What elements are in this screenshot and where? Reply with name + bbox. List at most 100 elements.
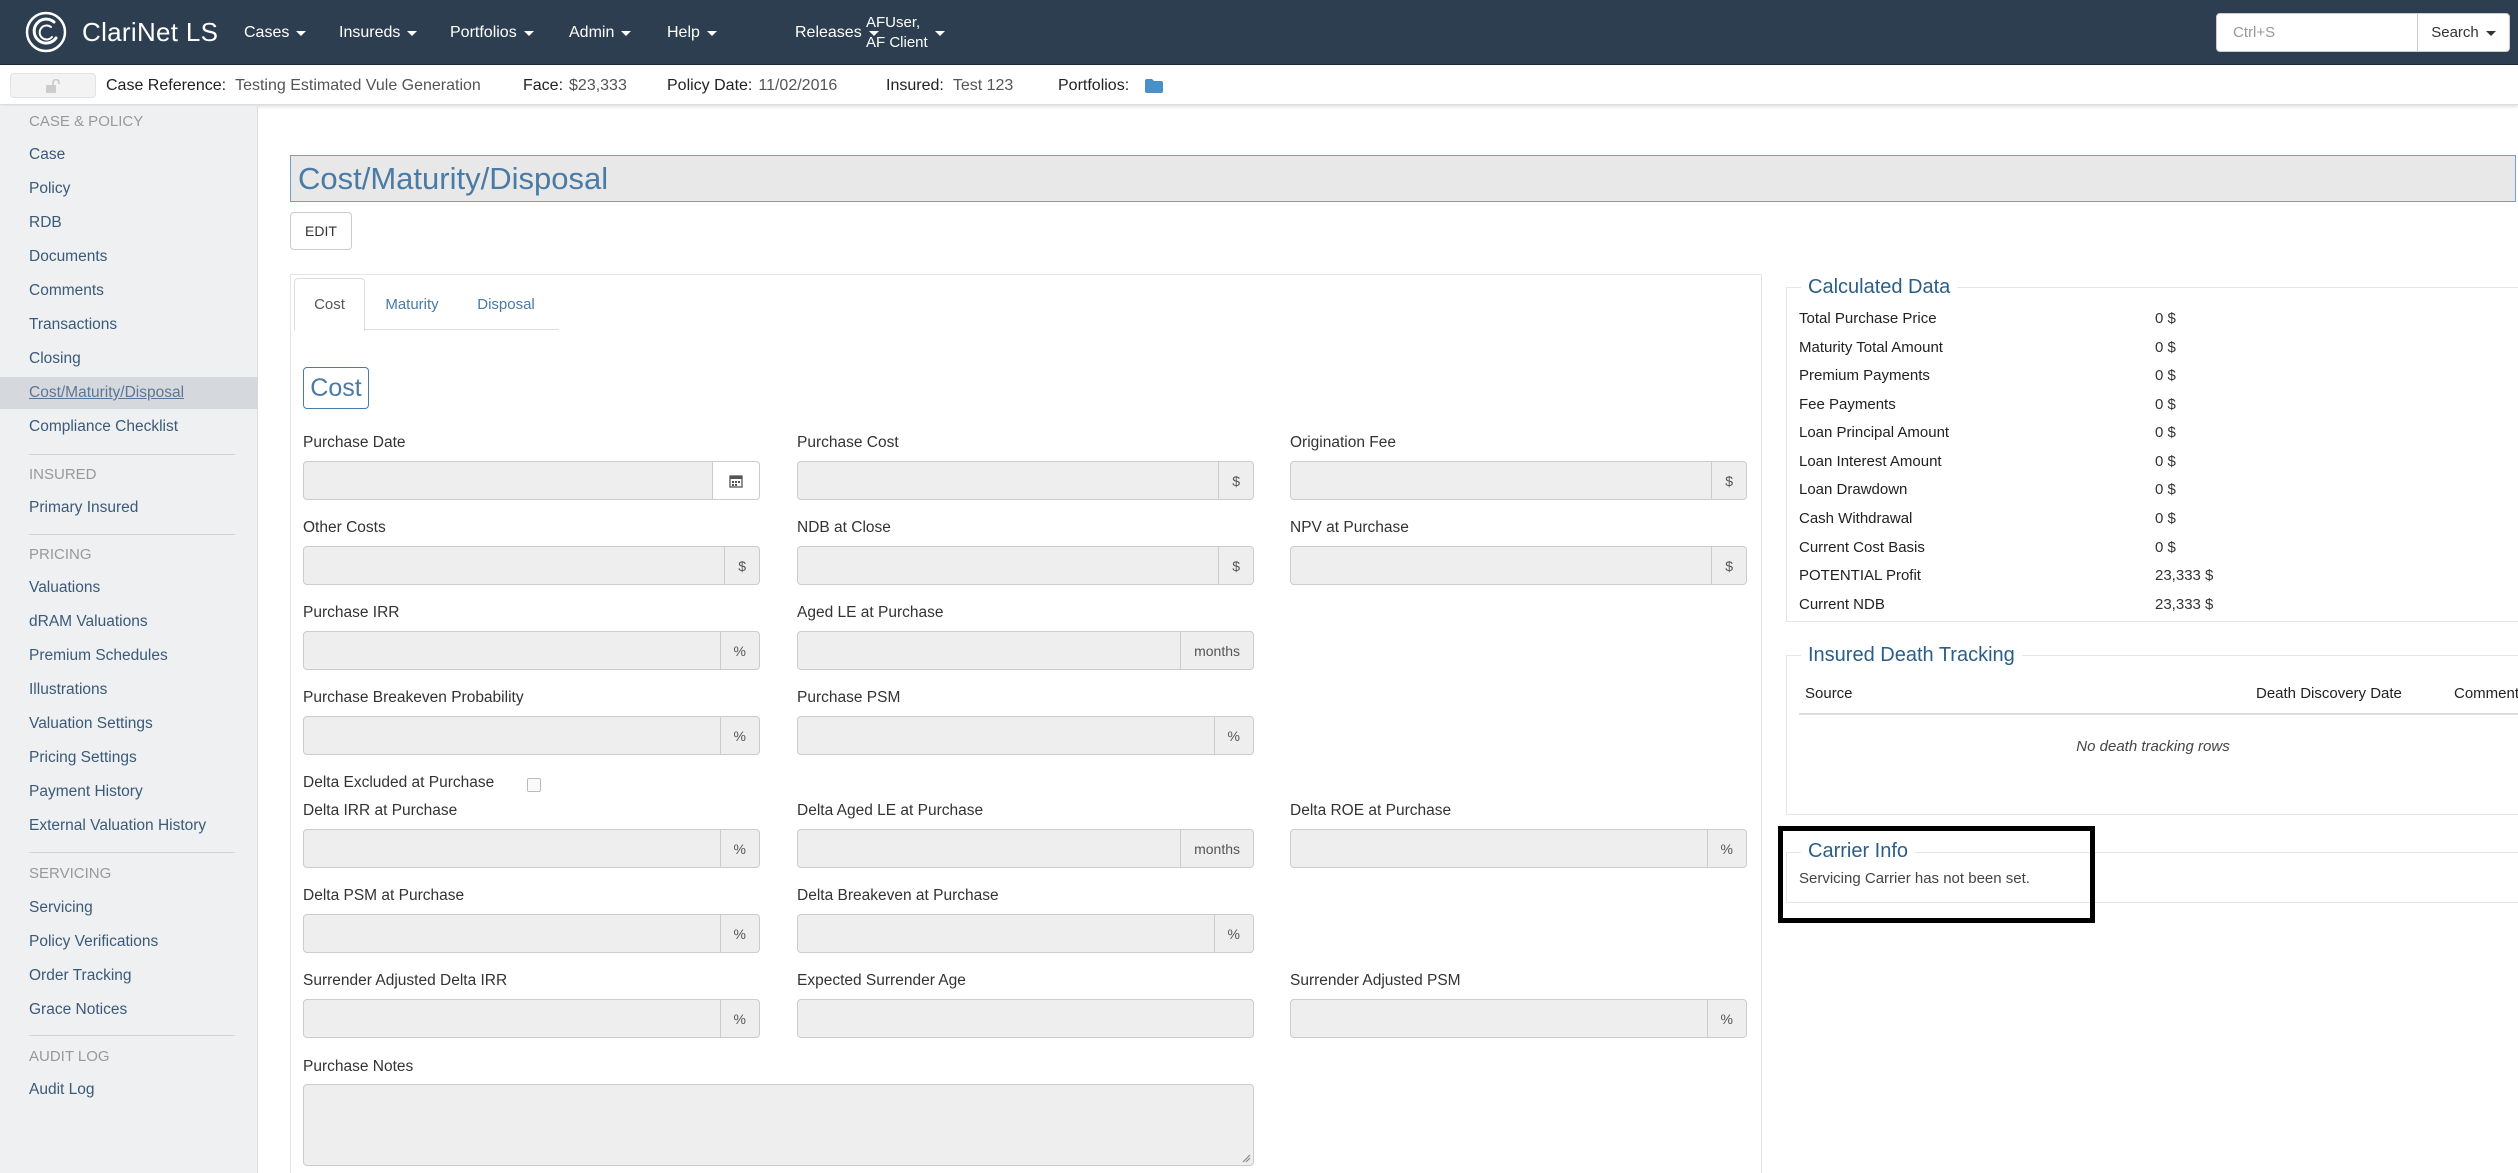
origination-fee-input[interactable] bbox=[1290, 461, 1713, 500]
nav-menu-cases[interactable]: Cases bbox=[244, 0, 307, 65]
calc-label: POTENTIAL Profit bbox=[1799, 566, 1921, 584]
search-input[interactable] bbox=[2216, 13, 2418, 52]
user-client: AF Client bbox=[866, 33, 928, 51]
sidebar-item-valuations[interactable]: Valuations bbox=[0, 572, 258, 604]
purchase-irr-label: Purchase IRR bbox=[303, 604, 400, 621]
other-costs-input[interactable] bbox=[303, 546, 726, 585]
sidebar-item-primary-insured[interactable]: Primary Insured bbox=[0, 492, 258, 524]
sidebar-item-audit-log[interactable]: Audit Log bbox=[0, 1074, 258, 1106]
policy-date-label: Policy Date: bbox=[667, 76, 753, 94]
dollar-addon: $ bbox=[725, 546, 760, 585]
nav-menu-insureds[interactable]: Insureds bbox=[339, 0, 418, 65]
expected-surrender-age-input[interactable] bbox=[797, 999, 1254, 1038]
calculated-data-title: Calculated Data bbox=[1801, 276, 1958, 299]
calc-value: 0 $ bbox=[2155, 366, 2176, 384]
calendar-icon[interactable] bbox=[713, 461, 760, 500]
dollar-addon: $ bbox=[1712, 461, 1747, 500]
case-reference-value: Testing Estimated Vule Generation bbox=[235, 76, 481, 94]
delta-irr-at-purchase-input[interactable] bbox=[303, 829, 721, 868]
brand-name: ClariNet LS bbox=[82, 16, 219, 47]
delta-breakeven-at-purchase-input[interactable] bbox=[797, 914, 1215, 953]
tab-disposal[interactable]: Disposal bbox=[456, 278, 556, 330]
top-navbar: ClariNet LS Cases Insureds Portfolios Ad… bbox=[0, 0, 2518, 65]
surrender-adjusted-delta-irr-label: Surrender Adjusted Delta IRR bbox=[303, 972, 508, 989]
sidebar-item-order-tracking[interactable]: Order Tracking bbox=[0, 960, 258, 992]
sidebar-item-policy-verifications[interactable]: Policy Verifications bbox=[0, 926, 258, 958]
sidebar-item-pricing-settings[interactable]: Pricing Settings bbox=[0, 742, 258, 774]
insured-label: Insured: bbox=[886, 76, 944, 94]
tab-maturity[interactable]: Maturity bbox=[368, 278, 456, 330]
npv-at-purchase-input[interactable] bbox=[1290, 546, 1713, 585]
nav-menu-portfolios[interactable]: Portfolios bbox=[450, 0, 534, 65]
portfolios-label: Portfolios: bbox=[1058, 76, 1130, 94]
purchase-notes-textarea[interactable] bbox=[303, 1084, 1254, 1166]
surrender-adjusted-psm-input[interactable] bbox=[1290, 999, 1708, 1038]
death-tracking-panel: Insured Death Tracking Source Death Disc… bbox=[1786, 644, 2518, 815]
sidebar-item-closing[interactable]: Closing bbox=[0, 343, 258, 375]
brand[interactable]: ClariNet LS bbox=[24, 10, 218, 54]
ndb-at-close-label: NDB at Close bbox=[797, 519, 891, 536]
sidebar-item-illustrations[interactable]: Illustrations bbox=[0, 674, 258, 706]
sidebar-divider bbox=[29, 454, 235, 455]
surrender-adjusted-psm-field: % bbox=[1290, 999, 1747, 1038]
sidebar-item-dram-valuations[interactable]: dRAM Valuations bbox=[0, 606, 258, 638]
sidebar-item-valuation-settings[interactable]: Valuation Settings bbox=[0, 708, 258, 740]
sidebar-item-grace-notices[interactable]: Grace Notices bbox=[0, 994, 258, 1026]
delta-excluded-checkbox[interactable] bbox=[527, 778, 541, 792]
sidebar-item-comments[interactable]: Comments bbox=[0, 275, 258, 307]
sidebar-item-rdb[interactable]: RDB bbox=[0, 207, 258, 239]
surrender-adjusted-delta-irr-input[interactable] bbox=[303, 999, 721, 1038]
sidebar-item-case[interactable]: Case bbox=[0, 139, 258, 171]
nav-menu-admin[interactable]: Admin bbox=[569, 0, 632, 65]
sidebar-item-premium-schedules[interactable]: Premium Schedules bbox=[0, 640, 258, 672]
sidebar-item-compliance-checklist[interactable]: Compliance Checklist bbox=[0, 411, 258, 443]
calc-value: 0 $ bbox=[2155, 338, 2176, 356]
delta-irr-at-purchase-label: Delta IRR at Purchase bbox=[303, 802, 458, 819]
delta-psm-at-purchase-label: Delta PSM at Purchase bbox=[303, 887, 465, 904]
user-menu[interactable]: AFUser, AF Client bbox=[866, 0, 945, 65]
delta-aged-le-at-purchase-input[interactable] bbox=[797, 829, 1182, 868]
sidebar-item-payment-history[interactable]: Payment History bbox=[0, 776, 258, 808]
nav-menu-help[interactable]: Help bbox=[667, 0, 717, 65]
other-costs-field: $ bbox=[303, 546, 760, 585]
delta-roe-at-purchase-field: % bbox=[1290, 829, 1747, 868]
purchase-irr-field: % bbox=[303, 631, 760, 670]
purchase-date-field bbox=[303, 461, 760, 500]
sidebar-header-insured: INSURED bbox=[29, 466, 97, 483]
delta-roe-at-purchase-input[interactable] bbox=[1290, 829, 1708, 868]
sidebar-divider bbox=[29, 852, 235, 853]
edit-button[interactable]: EDIT bbox=[290, 212, 352, 250]
tab-cost[interactable]: Cost bbox=[294, 278, 365, 331]
delta-psm-at-purchase-input[interactable] bbox=[303, 914, 721, 953]
purchase-psm-input[interactable] bbox=[797, 716, 1215, 755]
tabs: Cost Maturity Disposal bbox=[294, 278, 559, 331]
origination-fee-field: $ bbox=[1290, 461, 1747, 500]
calc-value: 23,333 $ bbox=[2155, 595, 2214, 613]
search-button[interactable]: Search bbox=[2417, 13, 2510, 52]
sidebar: CASE & POLICY Case Policy RDB Documents … bbox=[0, 106, 258, 1173]
lock-toggle-button[interactable] bbox=[10, 73, 96, 98]
calc-value: 0 $ bbox=[2155, 509, 2176, 527]
sidebar-item-external-valuation-history[interactable]: External Valuation History bbox=[0, 810, 258, 842]
calc-label: Maturity Total Amount bbox=[1799, 338, 1943, 356]
purchase-cost-input[interactable] bbox=[797, 461, 1220, 500]
face-value: $23,333 bbox=[569, 76, 627, 94]
page-title: Cost/Maturity/Disposal bbox=[290, 155, 2516, 202]
calc-row: Loan Principal Amount 0 $ bbox=[1799, 418, 2419, 446]
folder-icon[interactable] bbox=[1145, 78, 1164, 93]
resize-handle-icon[interactable] bbox=[1241, 1153, 1251, 1163]
sidebar-item-cost-maturity-disposal[interactable]: Cost/Maturity/Disposal bbox=[0, 377, 258, 409]
purchase-irr-input[interactable] bbox=[303, 631, 721, 670]
origination-fee-label: Origination Fee bbox=[1290, 434, 1396, 451]
calc-label: Current Cost Basis bbox=[1799, 538, 1925, 556]
sidebar-item-policy[interactable]: Policy bbox=[0, 173, 258, 205]
empty-table-message: No death tracking rows bbox=[2076, 738, 2230, 755]
purchase-date-input[interactable] bbox=[303, 461, 713, 500]
sidebar-item-servicing[interactable]: Servicing bbox=[0, 892, 258, 924]
calc-value: 0 $ bbox=[2155, 538, 2176, 556]
sidebar-item-transactions[interactable]: Transactions bbox=[0, 309, 258, 341]
aged-le-at-purchase-input[interactable] bbox=[797, 631, 1182, 670]
purchase-breakeven-probability-input[interactable] bbox=[303, 716, 721, 755]
ndb-at-close-input[interactable] bbox=[797, 546, 1220, 585]
sidebar-item-documents[interactable]: Documents bbox=[0, 241, 258, 273]
